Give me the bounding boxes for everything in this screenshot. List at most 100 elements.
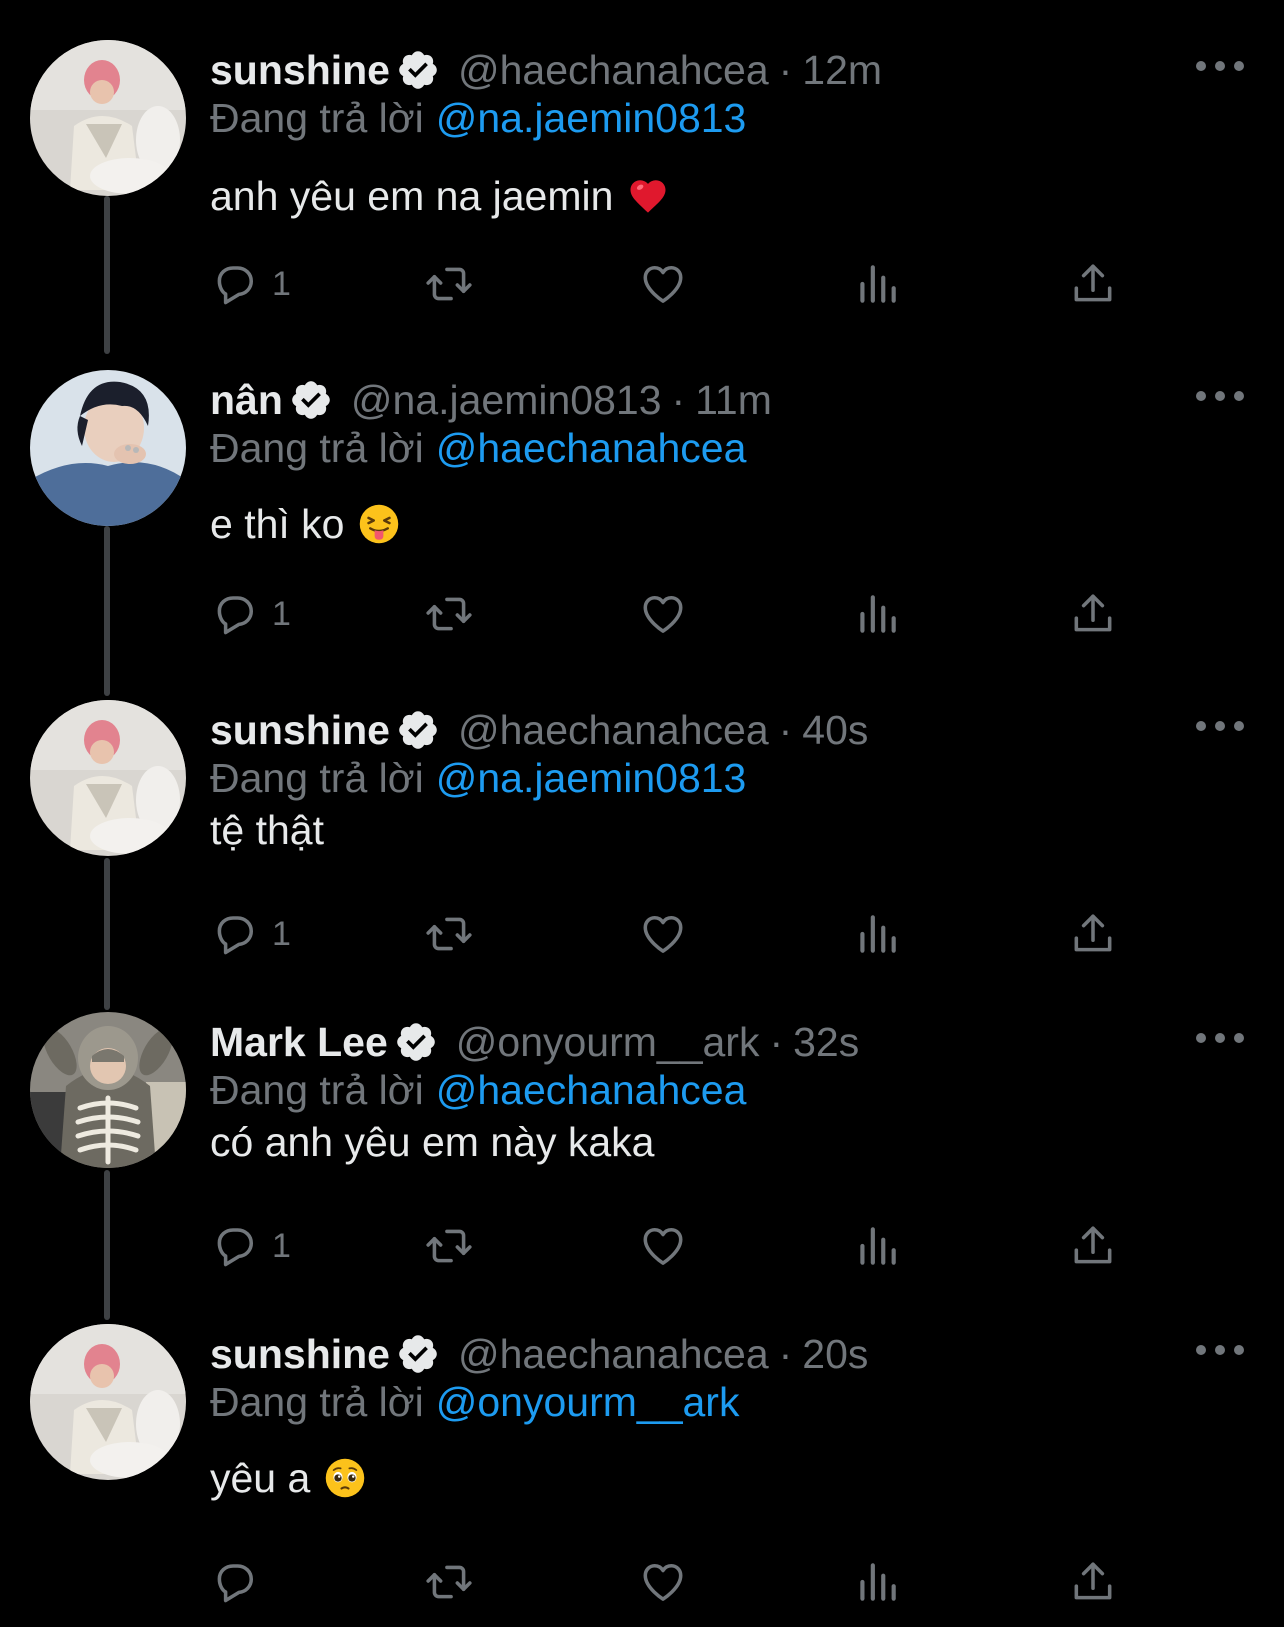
views-button[interactable] (852, 1218, 902, 1274)
replying-to-link[interactable]: @na.jaemin0813 (436, 755, 747, 801)
separator-dot: · (778, 1331, 793, 1377)
reply-icon (217, 596, 254, 635)
separator-dot: · (778, 47, 793, 93)
display-name[interactable]: nân (210, 374, 283, 426)
tweet-header: Mark Lee @onyourm__ark · 32s (210, 1016, 859, 1068)
verified-badge-icon (289, 378, 333, 422)
timestamp[interactable]: 32s (793, 1016, 859, 1068)
more-options-icon[interactable] (1196, 386, 1244, 406)
reply-icon (217, 916, 254, 955)
user-handle[interactable]: @haechanahcea (458, 1328, 769, 1380)
share-icon (1074, 264, 1112, 302)
replying-to-link[interactable]: @onyourm__ark (436, 1379, 740, 1425)
replying-to: Đang trả lời @onyourm__ark (210, 1376, 739, 1428)
share-button[interactable] (1068, 586, 1118, 642)
reply-button[interactable]: 1 (210, 586, 291, 642)
pink-hair-avatar-image (30, 700, 186, 856)
tweet-header: nân @na.jaemin0813 · 11m (210, 374, 772, 426)
reply-count: 1 (272, 915, 291, 953)
share-button[interactable] (1068, 1554, 1118, 1610)
share-icon (1074, 1226, 1112, 1264)
avatar[interactable] (30, 700, 186, 856)
verified-badge-icon (396, 1332, 440, 1376)
retweet-button[interactable] (424, 1218, 474, 1274)
squinting-tongue-emoji (358, 503, 400, 545)
verified-badge-icon (396, 708, 440, 752)
user-handle[interactable]: @na.jaemin0813 (351, 374, 662, 426)
replying-to-label: Đang trả lời (210, 95, 424, 141)
timestamp[interactable]: 12m (802, 44, 882, 96)
replying-to-link[interactable]: @haechanahcea (436, 425, 747, 471)
avatar[interactable] (30, 370, 186, 526)
more-options-icon[interactable] (1196, 716, 1244, 736)
views-button[interactable] (852, 906, 902, 962)
display-name[interactable]: Mark Lee (210, 1016, 388, 1068)
like-button[interactable] (638, 1554, 688, 1610)
timestamp[interactable]: 11m (695, 374, 772, 426)
more-options-icon[interactable] (1196, 1340, 1244, 1360)
reply-icon (217, 266, 254, 305)
views-button[interactable] (852, 1554, 902, 1610)
replying-to: Đang trả lời @haechanahcea (210, 422, 746, 474)
timestamp[interactable]: 40s (802, 704, 868, 756)
more-options-icon[interactable] (1196, 56, 1244, 76)
avatar[interactable] (30, 40, 186, 196)
tweet-text: có anh yêu em này kaka (210, 1116, 654, 1168)
heart-icon (643, 595, 683, 633)
replying-to-label: Đang trả lời (210, 425, 424, 471)
heart-icon (643, 265, 683, 303)
like-button[interactable] (638, 1218, 688, 1274)
views-button[interactable] (852, 586, 902, 642)
retweet-button[interactable] (424, 906, 474, 962)
heart-icon (643, 1227, 683, 1265)
tweet-text-content: e thì ko (210, 501, 345, 547)
reply-count: 1 (272, 265, 291, 303)
tweet-text-content: tệ thật (210, 807, 324, 853)
display-name[interactable]: sunshine (210, 1328, 390, 1380)
reply-icon (217, 1228, 254, 1267)
retweet-icon (426, 597, 472, 631)
replying-to-label: Đang trả lời (210, 1379, 424, 1425)
timestamp[interactable]: 20s (802, 1328, 868, 1380)
reply-button[interactable] (210, 1554, 272, 1610)
display-name[interactable]: sunshine (210, 704, 390, 756)
retweet-button[interactable] (424, 1554, 474, 1610)
views-icon (860, 595, 896, 633)
views-icon (860, 1227, 896, 1265)
views-button[interactable] (852, 256, 902, 312)
tweet-header: sunshine @haechanahcea · 40s (210, 704, 868, 756)
tweet-text-content: có anh yêu em này kaka (210, 1119, 655, 1165)
replying-to-link[interactable]: @na.jaemin0813 (436, 95, 747, 141)
user-handle[interactable]: @haechanahcea (458, 44, 769, 96)
like-button[interactable] (638, 256, 688, 312)
retweet-icon (426, 1565, 472, 1599)
user-handle[interactable]: @haechanahcea (458, 704, 769, 756)
tweet-actions: 1 (210, 906, 1130, 962)
tweet-actions (210, 1554, 1130, 1610)
share-button[interactable] (1068, 256, 1118, 312)
tweet-text: tệ thật (210, 804, 324, 856)
reply-icon (217, 1564, 254, 1603)
share-button[interactable] (1068, 906, 1118, 962)
replying-to-link[interactable]: @haechanahcea (436, 1067, 747, 1113)
like-button[interactable] (638, 906, 688, 962)
reply-button[interactable]: 1 (210, 256, 291, 312)
user-handle[interactable]: @onyourm__ark (456, 1016, 760, 1068)
red-heart-emoji (627, 175, 669, 217)
replying-to: Đang trả lời @haechanahcea (210, 1064, 746, 1116)
reply-button[interactable]: 1 (210, 906, 291, 962)
reply-button[interactable]: 1 (210, 1218, 291, 1274)
replying-to-label: Đang trả lời (210, 755, 424, 801)
like-button[interactable] (638, 586, 688, 642)
avatar[interactable] (30, 1012, 186, 1168)
pleading-face-emoji (324, 1457, 366, 1499)
retweet-icon (426, 1229, 472, 1263)
share-icon (1074, 594, 1112, 632)
share-button[interactable] (1068, 1218, 1118, 1274)
retweet-button[interactable] (424, 586, 474, 642)
retweet-button[interactable] (424, 256, 474, 312)
avatar[interactable] (30, 1324, 186, 1480)
display-name[interactable]: sunshine (210, 44, 390, 96)
more-options-icon[interactable] (1196, 1028, 1244, 1048)
retweet-icon (426, 917, 472, 951)
